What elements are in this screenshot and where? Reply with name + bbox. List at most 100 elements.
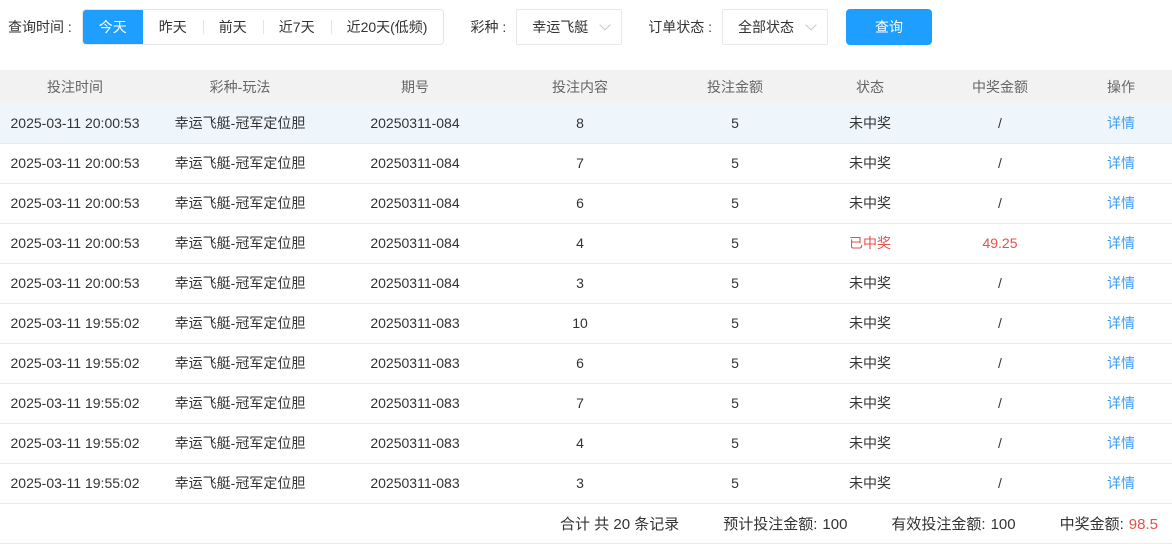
table-row: 2025-03-11 19:55:02 幸运飞艇-冠军定位胆 20250311-… (0, 423, 1172, 464)
cell-content: 3 (500, 263, 660, 304)
column-header: 投注时间 (0, 70, 150, 103)
cell-status: 未中奖 (810, 383, 930, 424)
cell-prize: / (930, 103, 1070, 144)
lottery-label: 彩种 : (470, 19, 507, 35)
cell-issue: 20250311-084 (330, 263, 500, 304)
filter-toolbar: 查询时间 : 今天 昨天 前天 近7天 近20天(低频) 彩种 : 幸运飞艇 订单状态 … (0, 0, 1172, 48)
cell-issue: 20250311-084 (330, 143, 500, 184)
cell-bet-time: 2025-03-11 20:00:53 (0, 183, 150, 224)
cell-operation: 详情 (1070, 103, 1172, 144)
time-option[interactable]: 近20天(低频) (330, 10, 444, 44)
column-header: 投注内容 (500, 70, 660, 103)
detail-link[interactable]: 详情 (1107, 155, 1135, 171)
summary-footer: 合计 共 20 条记录 预计投注金额: 100 有效投注金额: 100 中奖金额: 9… (0, 504, 1172, 544)
detail-link[interactable]: 详情 (1107, 315, 1135, 331)
cell-content: 7 (500, 143, 660, 184)
cell-status: 未中奖 (810, 303, 930, 344)
order-status-select-value: 全部状态 (738, 19, 795, 35)
detail-link[interactable]: 详情 (1107, 395, 1135, 411)
order-status-select[interactable]: 全部状态 (722, 9, 829, 45)
cell-prize: / (930, 343, 1070, 384)
detail-link[interactable]: 详情 (1107, 195, 1135, 211)
cell-game-play: 幸运飞艇-冠军定位胆 (150, 343, 330, 384)
expected-bet-amount: 预计投注金额: 100 (723, 515, 848, 533)
cell-status: 未中奖 (810, 143, 930, 184)
cell-game-play: 幸运飞艇-冠军定位胆 (150, 463, 330, 504)
cell-amount: 5 (660, 143, 810, 184)
valid-bet-amount: 有效投注金额: 100 (891, 515, 1016, 533)
lottery-select[interactable]: 幸运飞艇 (516, 9, 623, 45)
table-row: 2025-03-11 19:55:02 幸运飞艇-冠军定位胆 20250311-… (0, 303, 1172, 344)
cell-content: 3 (500, 463, 660, 504)
cell-operation: 详情 (1070, 263, 1172, 304)
cell-content: 4 (500, 223, 660, 264)
cell-issue: 20250311-083 (330, 463, 500, 504)
cell-bet-time: 2025-03-11 20:00:53 (0, 143, 150, 184)
cell-amount: 5 (660, 103, 810, 144)
search-button[interactable]: 查询 (846, 9, 933, 45)
detail-link[interactable]: 详情 (1107, 115, 1135, 131)
cell-game-play: 幸运飞艇-冠军定位胆 (150, 183, 330, 224)
cell-bet-time: 2025-03-11 19:55:02 (0, 383, 150, 424)
cell-amount: 5 (660, 223, 810, 264)
detail-link[interactable]: 详情 (1107, 235, 1135, 251)
detail-link[interactable]: 详情 (1107, 355, 1135, 371)
cell-prize: / (930, 263, 1070, 304)
detail-link[interactable]: 详情 (1107, 475, 1135, 491)
table-row: 2025-03-11 20:00:53 幸运飞艇-冠军定位胆 20250311-… (0, 143, 1172, 184)
time-option[interactable]: 近7天 (262, 10, 331, 44)
column-header: 期号 (330, 70, 500, 103)
chevron-down-icon (599, 19, 611, 31)
detail-link[interactable]: 详情 (1107, 435, 1135, 451)
cell-prize: / (930, 463, 1070, 504)
cell-issue: 20250311-083 (330, 343, 500, 384)
table-row: 2025-03-11 19:55:02 幸运飞艇-冠军定位胆 20250311-… (0, 463, 1172, 504)
table-row: 2025-03-11 20:00:53 幸运飞艇-冠军定位胆 20250311-… (0, 103, 1172, 144)
cell-content: 7 (500, 383, 660, 424)
bet-records-table: 投注时间 彩种-玩法 期号 投注内容 投注金额 状态 中奖金额 操作 2025-03-11 2… (0, 70, 1172, 504)
cell-prize: 49.25 (930, 223, 1070, 264)
cell-operation: 详情 (1070, 343, 1172, 384)
column-header: 操作 (1070, 70, 1172, 103)
column-header: 状态 (810, 70, 930, 103)
lottery-select-value: 幸运飞艇 (532, 19, 589, 35)
cell-amount: 5 (660, 303, 810, 344)
table-row: 2025-03-11 20:00:53 幸运飞艇-冠军定位胆 20250311-… (0, 263, 1172, 304)
cell-operation: 详情 (1070, 463, 1172, 504)
cell-operation: 详情 (1070, 423, 1172, 464)
time-filter-label: 查询时间 : (8, 19, 72, 35)
cell-content: 6 (500, 343, 660, 384)
cell-status: 已中奖 (810, 223, 930, 264)
cell-issue: 20250311-084 (330, 223, 500, 264)
time-option[interactable]: 今天 (82, 10, 143, 44)
cell-prize: / (930, 303, 1070, 344)
time-option[interactable]: 昨天 (143, 10, 203, 44)
cell-status: 未中奖 (810, 263, 930, 304)
cell-bet-time: 2025-03-11 19:55:02 (0, 423, 150, 464)
cell-issue: 20250311-083 (330, 423, 500, 464)
cell-prize: / (930, 383, 1070, 424)
cell-prize: / (930, 423, 1070, 464)
cell-content: 4 (500, 423, 660, 464)
total-records: 合计 共 20 条记录 (560, 515, 680, 533)
cell-status: 未中奖 (810, 103, 930, 144)
cell-amount: 5 (660, 463, 810, 504)
cell-game-play: 幸运飞艇-冠军定位胆 (150, 263, 330, 304)
cell-amount: 5 (660, 343, 810, 384)
cell-operation: 详情 (1070, 303, 1172, 344)
cell-content: 6 (500, 183, 660, 224)
cell-operation: 详情 (1070, 183, 1172, 224)
cell-status: 未中奖 (810, 423, 930, 464)
table-row: 2025-03-11 20:00:53 幸运飞艇-冠军定位胆 20250311-… (0, 223, 1172, 264)
time-option[interactable]: 前天 (202, 10, 263, 44)
cell-amount: 5 (660, 263, 810, 304)
detail-link[interactable]: 详情 (1107, 275, 1135, 291)
column-header: 彩种-玩法 (150, 70, 330, 103)
cell-prize: / (930, 183, 1070, 224)
column-header: 中奖金额 (930, 70, 1070, 103)
cell-status: 未中奖 (810, 183, 930, 224)
cell-amount: 5 (660, 423, 810, 464)
cell-bet-time: 2025-03-11 20:00:53 (0, 223, 150, 264)
prize-amount: 中奖金额: 98.5 (1059, 515, 1158, 533)
cell-content: 8 (500, 103, 660, 144)
